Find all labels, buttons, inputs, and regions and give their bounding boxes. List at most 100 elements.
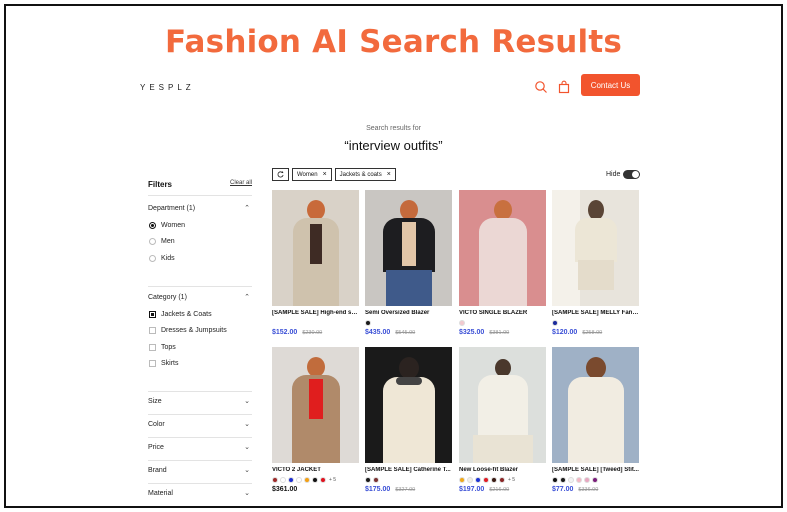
department-option-men[interactable]: Men xyxy=(149,238,175,245)
filter-chip-women[interactable]: Women × xyxy=(292,168,332,181)
color-swatch[interactable] xyxy=(312,476,318,483)
filter-chip-jackets[interactable]: Jackets & coats × xyxy=(334,168,396,181)
color-filter-header[interactable]: Color ⌄ xyxy=(148,421,252,428)
color-swatch[interactable] xyxy=(373,476,379,483)
page-banner: Fashion AI Search Results xyxy=(164,24,622,60)
color-swatch[interactable] xyxy=(560,476,566,483)
product-image[interactable] xyxy=(459,347,546,463)
material-filter-header[interactable]: Material ⌄ xyxy=(148,490,252,497)
product-card[interactable]: VICTO SINGLE BLAZER $325.00 $381.00 xyxy=(459,190,546,336)
original-price: $216.00 xyxy=(489,487,510,493)
search-icon[interactable] xyxy=(534,80,548,94)
price-filter-header[interactable]: Price ⌄ xyxy=(148,444,252,451)
product-image[interactable] xyxy=(365,347,452,463)
product-card[interactable]: Semi Oversized Blazer $435.00 $545.00 xyxy=(365,190,452,336)
category-option-jackets[interactable]: Jackets & Coats xyxy=(149,311,212,318)
category-option-label: Tops xyxy=(161,344,176,351)
chevron-down-icon: ⌄ xyxy=(244,444,250,451)
product-name[interactable]: [SAMPLE SALE] [Tweed] Stit... xyxy=(552,467,639,473)
department-option-women[interactable]: Women xyxy=(149,222,185,229)
color-swatch[interactable] xyxy=(576,476,582,483)
price-filter-label: Price xyxy=(148,444,164,451)
close-icon[interactable]: × xyxy=(387,171,391,178)
product-name[interactable]: [SAMPLE SALE] MELLY Fanc... xyxy=(552,310,639,316)
size-filter-header[interactable]: Size ⌄ xyxy=(148,398,252,405)
department-filter-label: Department (1) xyxy=(148,205,196,212)
department-option-kids[interactable]: Kids xyxy=(149,255,175,262)
department-filter-header[interactable]: Department (1) ⌃ xyxy=(148,205,252,212)
reset-filters-button[interactable] xyxy=(272,168,289,181)
product-price: $325.00 xyxy=(459,329,485,336)
category-option-skirts[interactable]: Skirts xyxy=(149,360,179,367)
product-name[interactable]: [SAMPLE SALE] High-end su... xyxy=(272,310,359,316)
color-swatch[interactable] xyxy=(320,476,326,483)
product-card[interactable]: VICTO 2 JACKET + 5 $361.00 xyxy=(272,347,359,493)
chip-label: Jackets & coats xyxy=(339,171,382,178)
contact-us-button[interactable]: Contact Us xyxy=(581,74,640,96)
clear-all-link[interactable]: Clear all xyxy=(230,180,252,186)
department-option-label: Men xyxy=(161,238,175,245)
category-option-label: Dresses & Jumpsuits xyxy=(161,327,227,334)
color-swatch[interactable] xyxy=(568,476,574,483)
color-swatch[interactable] xyxy=(459,476,465,483)
color-swatch[interactable] xyxy=(584,476,590,483)
product-card[interactable]: New Loose-fit Blazer + 5 $197.00 $216.00 xyxy=(459,347,546,493)
color-swatches xyxy=(552,476,639,483)
product-card[interactable]: [SAMPLE SALE] [Tweed] Stit... $77.00 $33… xyxy=(552,347,639,493)
color-swatch[interactable] xyxy=(296,476,302,483)
product-card[interactable]: [SAMPLE SALE] Catherine T... $175.00 $32… xyxy=(365,347,452,493)
color-swatches: + 5 xyxy=(459,476,546,483)
close-icon[interactable]: × xyxy=(323,171,327,178)
divider xyxy=(148,195,252,196)
color-swatch[interactable] xyxy=(272,476,278,483)
category-filter-label: Category (1) xyxy=(148,294,187,301)
product-name[interactable]: New Loose-fit Blazer xyxy=(459,467,546,473)
product-name[interactable]: [SAMPLE SALE] Catherine T... xyxy=(365,467,452,473)
product-image[interactable] xyxy=(459,190,546,306)
product-price-row: $197.00 $216.00 xyxy=(459,486,546,493)
color-swatch[interactable] xyxy=(304,476,310,483)
more-colors[interactable]: + 5 xyxy=(508,477,515,483)
color-swatch[interactable] xyxy=(365,319,371,326)
product-image[interactable] xyxy=(552,190,639,306)
color-swatch[interactable] xyxy=(483,476,489,483)
app-frame: Fashion AI Search Results YESPLZ Contact… xyxy=(4,4,783,508)
color-swatch[interactable] xyxy=(592,476,598,483)
category-option-tops[interactable]: Tops xyxy=(149,344,176,351)
color-swatch[interactable] xyxy=(365,476,371,483)
hide-toggle[interactable] xyxy=(623,170,640,179)
category-option-dresses[interactable]: Dresses & Jumpsuits xyxy=(149,327,227,334)
color-swatch[interactable] xyxy=(552,476,558,483)
product-name[interactable]: Semi Oversized Blazer xyxy=(365,310,452,316)
more-colors[interactable]: + 5 xyxy=(329,477,336,483)
product-price-row: $435.00 $545.00 xyxy=(365,329,452,336)
color-swatch[interactable] xyxy=(491,476,497,483)
category-option-label: Jackets & Coats xyxy=(161,311,212,318)
divider xyxy=(148,414,252,415)
product-card[interactable]: [SAMPLE SALE] MELLY Fanc... $120.00 $258… xyxy=(552,190,639,336)
color-swatch[interactable] xyxy=(280,476,286,483)
product-name[interactable]: VICTO SINGLE BLAZER xyxy=(459,310,546,316)
category-filter-header[interactable]: Category (1) ⌃ xyxy=(148,294,252,301)
product-image[interactable] xyxy=(365,190,452,306)
product-image[interactable] xyxy=(272,347,359,463)
chip-label: Women xyxy=(297,171,318,178)
brand-logo[interactable]: YESPLZ xyxy=(140,83,195,92)
color-swatch[interactable] xyxy=(499,476,505,483)
product-price: $197.00 xyxy=(459,486,485,493)
brand-filter-label: Brand xyxy=(148,467,167,474)
product-name[interactable]: VICTO 2 JACKET xyxy=(272,467,359,473)
color-swatch[interactable] xyxy=(288,476,294,483)
color-swatch[interactable] xyxy=(552,319,558,326)
product-image[interactable] xyxy=(552,347,639,463)
product-image[interactable] xyxy=(272,190,359,306)
color-swatch[interactable] xyxy=(459,319,465,326)
color-swatch[interactable] xyxy=(467,476,473,483)
product-card[interactable]: [SAMPLE SALE] High-end su... $152.00 $23… xyxy=(272,190,359,336)
color-swatch[interactable] xyxy=(475,476,481,483)
chevron-down-icon: ⌄ xyxy=(244,398,250,405)
bag-icon[interactable] xyxy=(557,80,571,94)
divider xyxy=(148,483,252,484)
brand-filter-header[interactable]: Brand ⌄ xyxy=(148,467,252,474)
divider xyxy=(148,437,252,438)
